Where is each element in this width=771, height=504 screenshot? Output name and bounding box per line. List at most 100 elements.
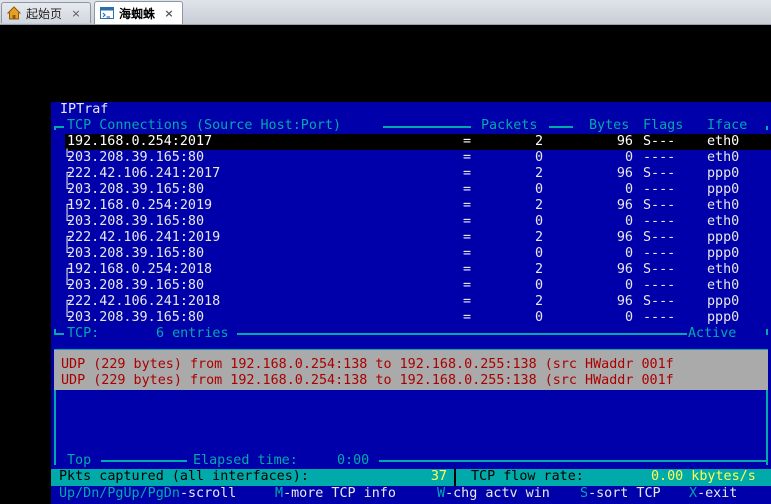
more-info-key-hint[interactable]: M-more TCP info (275, 486, 396, 502)
host-port: 203.208.39.165:80 (67, 182, 205, 197)
connection-row[interactable]: └ 203.208.39.165:80 = 0 0 ---- ppp0 (51, 182, 771, 198)
iface-value: eth0 (707, 262, 740, 277)
connection-row[interactable]: └ 203.208.39.165:80 = 0 0 ---- eth0 (51, 278, 771, 294)
tab-haizhizhu[interactable]: 海蜘蛛 × (94, 1, 183, 24)
flags-value: ---- (643, 150, 676, 165)
separator: = (463, 134, 472, 149)
packets-value: 0 (534, 182, 543, 197)
packets-captured-label: Pkts captured (all interfaces): (59, 469, 309, 484)
packets-value: 2 (534, 166, 543, 181)
separator: = (463, 166, 472, 181)
flags-value: S--- (643, 198, 676, 213)
iface-value: eth0 (707, 278, 740, 293)
host-port: 192.168.0.254:2018 (67, 262, 213, 277)
connection-row[interactable]: ┌ 192.168.0.254:2018 = 2 96 S--- eth0 (51, 262, 771, 278)
elapsed-time-value: 0:00 (337, 453, 370, 468)
app-title-row: IPTraf (51, 102, 108, 118)
packets-value: 2 (534, 262, 543, 277)
iface-header[interactable]: Iface (707, 118, 747, 134)
connection-row-selected[interactable]: 192.168.0.254:2017 = 2 96 S--- eth0 (65, 134, 771, 150)
tab-label: 海蜘蛛 (119, 6, 156, 21)
home-icon (6, 6, 22, 20)
host-port: 203.208.39.165:80 (67, 278, 205, 293)
host-port: 222.42.106.241:2018 (67, 294, 221, 309)
separator: = (463, 278, 472, 293)
connection-row[interactable]: └ 203.208.39.165:80 = 0 0 ---- eth0 (51, 214, 771, 230)
tcp-count-label: TCP: (67, 326, 100, 341)
flags-value: ---- (643, 182, 676, 197)
separator: = (463, 230, 472, 245)
bytes-value: 96 (616, 134, 633, 149)
scroll-position-label: Top (67, 453, 92, 468)
app-title: IPTraf (60, 102, 109, 117)
tcp-header-row: TCP Connections (Source Host:Port) Packe… (51, 118, 771, 134)
packets-value: 2 (534, 294, 543, 309)
flags-value: ---- (643, 246, 676, 261)
packets-value: 0 (534, 214, 543, 229)
flags-value: ---- (643, 214, 676, 229)
separator: = (463, 246, 472, 261)
flags-header[interactable]: Flags (643, 118, 683, 134)
connection-row[interactable]: ┌ 222.42.106.241:2018 = 2 96 S--- ppp0 (51, 294, 771, 310)
tcp-window-state: Active (688, 326, 737, 341)
flags-value: S--- (643, 166, 676, 181)
host-port: 203.208.39.165:80 (67, 310, 205, 325)
bytes-value: 96 (616, 166, 633, 181)
bytes-value: 96 (616, 294, 633, 309)
connection-row[interactable]: ┌ 222.42.106.241:2019 = 2 96 S--- ppp0 (51, 230, 771, 246)
host-port: 203.208.39.165:80 (67, 214, 205, 229)
separator: = (463, 310, 472, 325)
flags-value: S--- (643, 134, 676, 149)
tcp-connections-header[interactable]: TCP Connections (Source Host:Port) (67, 118, 341, 134)
connection-row[interactable]: └ 203.208.39.165:80 = 0 0 ---- ppp0 (51, 310, 771, 326)
iface-value: ppp0 (707, 230, 740, 245)
iface-value: eth0 (707, 214, 740, 229)
change-window-key-hint[interactable]: W-chg actv win (437, 486, 550, 502)
udp-window-border-bottom-b (379, 460, 767, 462)
udp-window-border-bottom-a (101, 460, 187, 462)
bytes-value: 0 (624, 246, 633, 261)
tab-start-page[interactable]: 起始页 × (1, 2, 91, 23)
host-port: 192.168.0.254:2017 (67, 134, 213, 149)
connection-row[interactable]: └ 203.208.39.165:80 = 0 0 ---- eth0 (51, 150, 771, 166)
connection-row[interactable]: └ 203.208.39.165:80 = 0 0 ---- ppp0 (51, 246, 771, 262)
flags-value: S--- (643, 262, 676, 277)
tab-label: 起始页 (26, 6, 63, 21)
close-tab-icon[interactable]: × (163, 7, 175, 20)
packets-value: 0 (534, 310, 543, 325)
key-help-row: Up/Dn/PgUp/PgDn-scroll M-more TCP info W… (51, 486, 771, 502)
bytes-value: 96 (616, 262, 633, 277)
flags-value: S--- (643, 294, 676, 309)
packets-value: 2 (534, 134, 543, 149)
iface-value: eth0 (707, 198, 740, 213)
iface-value: ppp0 (707, 294, 740, 309)
terminal-page-icon (100, 7, 114, 19)
packets-value: 0 (534, 278, 543, 293)
flags-value: ---- (643, 310, 676, 325)
elapsed-time-label: Elapsed time: (193, 453, 298, 468)
bytes-header[interactable]: Bytes (589, 118, 629, 134)
iface-value: eth0 (707, 150, 740, 165)
iface-value: ppp0 (707, 166, 740, 181)
iface-value: ppp0 (707, 246, 740, 261)
host-port: 222.42.106.241:2017 (67, 166, 221, 181)
bytes-value: 0 (624, 214, 633, 229)
iface-value: ppp0 (707, 310, 740, 325)
tcp-entries-count: 6 entries (156, 326, 229, 341)
iptraf-terminal[interactable]: IPTraf TCP Connections (Source Host:Port… (51, 102, 771, 504)
bytes-value: 96 (616, 230, 633, 245)
bytes-value: 96 (616, 198, 633, 213)
connection-row[interactable]: ┌ 192.168.0.254:2019 = 2 96 S--- eth0 (51, 198, 771, 214)
udp-packet-line: UDP (229 bytes) from 192.168.0.254:138 t… (61, 357, 674, 372)
sort-key-hint[interactable]: S-sort TCP (580, 486, 661, 502)
bytes-value: 0 (624, 182, 633, 197)
separator: = (463, 294, 472, 309)
packets-header[interactable]: Packets (481, 118, 537, 134)
scroll-key-hint[interactable]: Up/Dn/PgUp/PgDn-scroll (59, 486, 236, 502)
exit-key-hint[interactable]: X-exit (689, 486, 737, 502)
packets-captured-value: 37 (430, 469, 447, 484)
packets-value: 0 (534, 150, 543, 165)
close-tab-icon[interactable]: × (70, 7, 82, 20)
connection-row[interactable]: ┌ 222.42.106.241:2017 = 2 96 S--- ppp0 (51, 166, 771, 182)
tcp-footer-row: TCP: 6 entries Active (51, 326, 771, 342)
